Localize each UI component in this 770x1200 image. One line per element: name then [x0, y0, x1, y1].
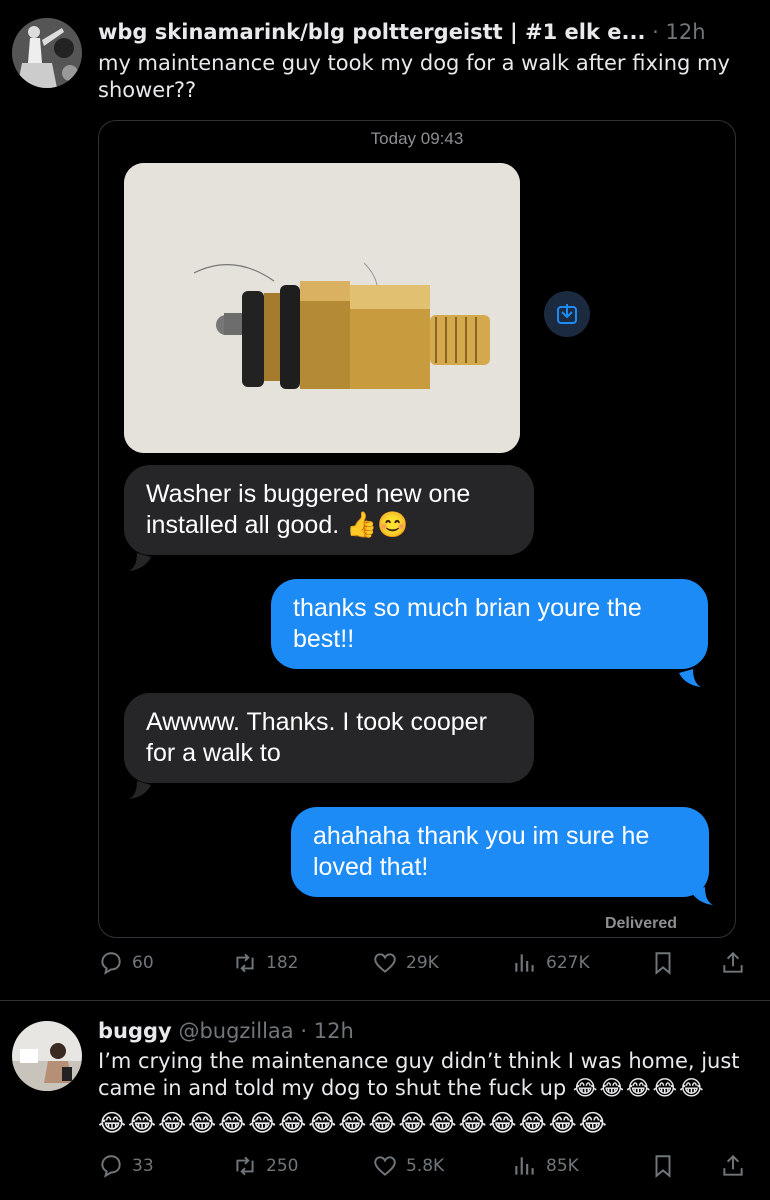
separator-dot: · [652, 20, 659, 44]
tweet-header: buggy @bugzillaa · 12h [98, 1019, 354, 1043]
reply-count: 33 [132, 1156, 154, 1176]
retweet-count: 250 [266, 1156, 299, 1176]
message-text: Awwww. Thanks. I took cooper for a walk … [146, 708, 487, 767]
reply-icon [101, 952, 121, 975]
timestamp[interactable]: 12h [314, 1019, 354, 1043]
timestamp[interactable]: 12h [665, 20, 705, 44]
bookmark-icon [655, 952, 671, 975]
tweet-actions: 33 250 5.8K 85K [98, 1153, 758, 1187]
retweet-icon [236, 1156, 254, 1176]
bookmark-button[interactable] [650, 1153, 676, 1179]
views-button[interactable]: 627K [512, 950, 590, 976]
emoji-laughing: 😂😂😂😂😂 [572, 1076, 706, 1100]
tweet-reply[interactable]: buggy @bugzillaa · 12h I’m crying the ma… [0, 1001, 770, 1200]
retweet-button[interactable]: 250 [232, 1153, 298, 1179]
message-text: thanks so much brian youre the best!! [293, 594, 642, 653]
views-button[interactable]: 85K [512, 1153, 579, 1179]
like-button[interactable]: 29K [372, 950, 439, 976]
share-icon [723, 1154, 743, 1176]
delivery-status: Delivered [604, 915, 677, 932]
bubble-tail [129, 781, 151, 799]
views-count: 85K [546, 1156, 579, 1176]
like-icon [374, 953, 396, 973]
display-name[interactable]: buggy [98, 1019, 172, 1043]
incoming-message: Washer is buggered new one installed all… [124, 465, 534, 555]
share-button[interactable] [720, 950, 746, 976]
bubble-tail [691, 887, 713, 905]
reply-button[interactable]: 33 [98, 1153, 154, 1179]
attached-screenshot[interactable]: Today 09:43 Washer is buggered new one i… [98, 120, 736, 938]
tweet-text: my maintenance guy took my dog for a wal… [98, 51, 730, 102]
retweet-count: 182 [266, 953, 299, 973]
emoji-laughing-row: 😂😂😂😂😂😂😂😂😂😂😂😂😂😂😂😂😂 [98, 1109, 609, 1137]
avatar[interactable] [12, 18, 82, 88]
like-icon [374, 1156, 396, 1176]
separator-dot: · [300, 1019, 308, 1043]
message-text: ahahaha thank you im sure he loved that! [313, 822, 650, 881]
message-text: Washer is buggered new one installed all… [146, 480, 471, 539]
save-image-button[interactable] [544, 291, 590, 337]
retweet-icon [236, 953, 254, 973]
bubble-tail [129, 553, 151, 571]
faucet-valve-photo [124, 163, 520, 453]
reply-button[interactable]: 60 [98, 950, 154, 976]
avatar[interactable] [12, 1021, 82, 1091]
tweet-actions: 60 182 29K 627K [98, 950, 758, 984]
tweet-original[interactable]: wbg skinamarink/blg polttergeistt | #1 e… [0, 0, 770, 1000]
reply-icon [101, 1155, 121, 1178]
like-count: 5.8K [406, 1156, 445, 1176]
share-button[interactable] [720, 1153, 746, 1179]
save-image-icon [557, 304, 577, 324]
bookmark-button[interactable] [650, 950, 676, 976]
tweet-text: I’m crying the maintenance guy didn’t th… [98, 1048, 753, 1102]
outgoing-message: thanks so much brian youre the best!! [271, 579, 708, 669]
views-icon [515, 1157, 534, 1175]
bubble-tail [679, 669, 701, 687]
like-count: 29K [406, 953, 439, 973]
like-button[interactable]: 5.8K [372, 1153, 444, 1179]
tweet-header: wbg skinamarink/blg polttergeistt | #1 e… [98, 20, 706, 44]
share-icon [723, 951, 743, 973]
bookmark-icon [655, 1155, 671, 1178]
retweet-button[interactable]: 182 [232, 950, 298, 976]
incoming-message: Awwww. Thanks. I took cooper for a walk … [124, 693, 534, 783]
views-icon [515, 954, 534, 972]
display-name[interactable]: wbg skinamarink/blg polttergeistt | #1 e… [98, 20, 645, 44]
reply-count: 60 [132, 953, 154, 973]
views-count: 627K [546, 953, 590, 973]
outgoing-message: ahahaha thank you im sure he loved that! [291, 807, 709, 897]
message-timestamp: Today 09:43 [370, 129, 464, 148]
username[interactable]: @bugzillaa [178, 1019, 293, 1043]
